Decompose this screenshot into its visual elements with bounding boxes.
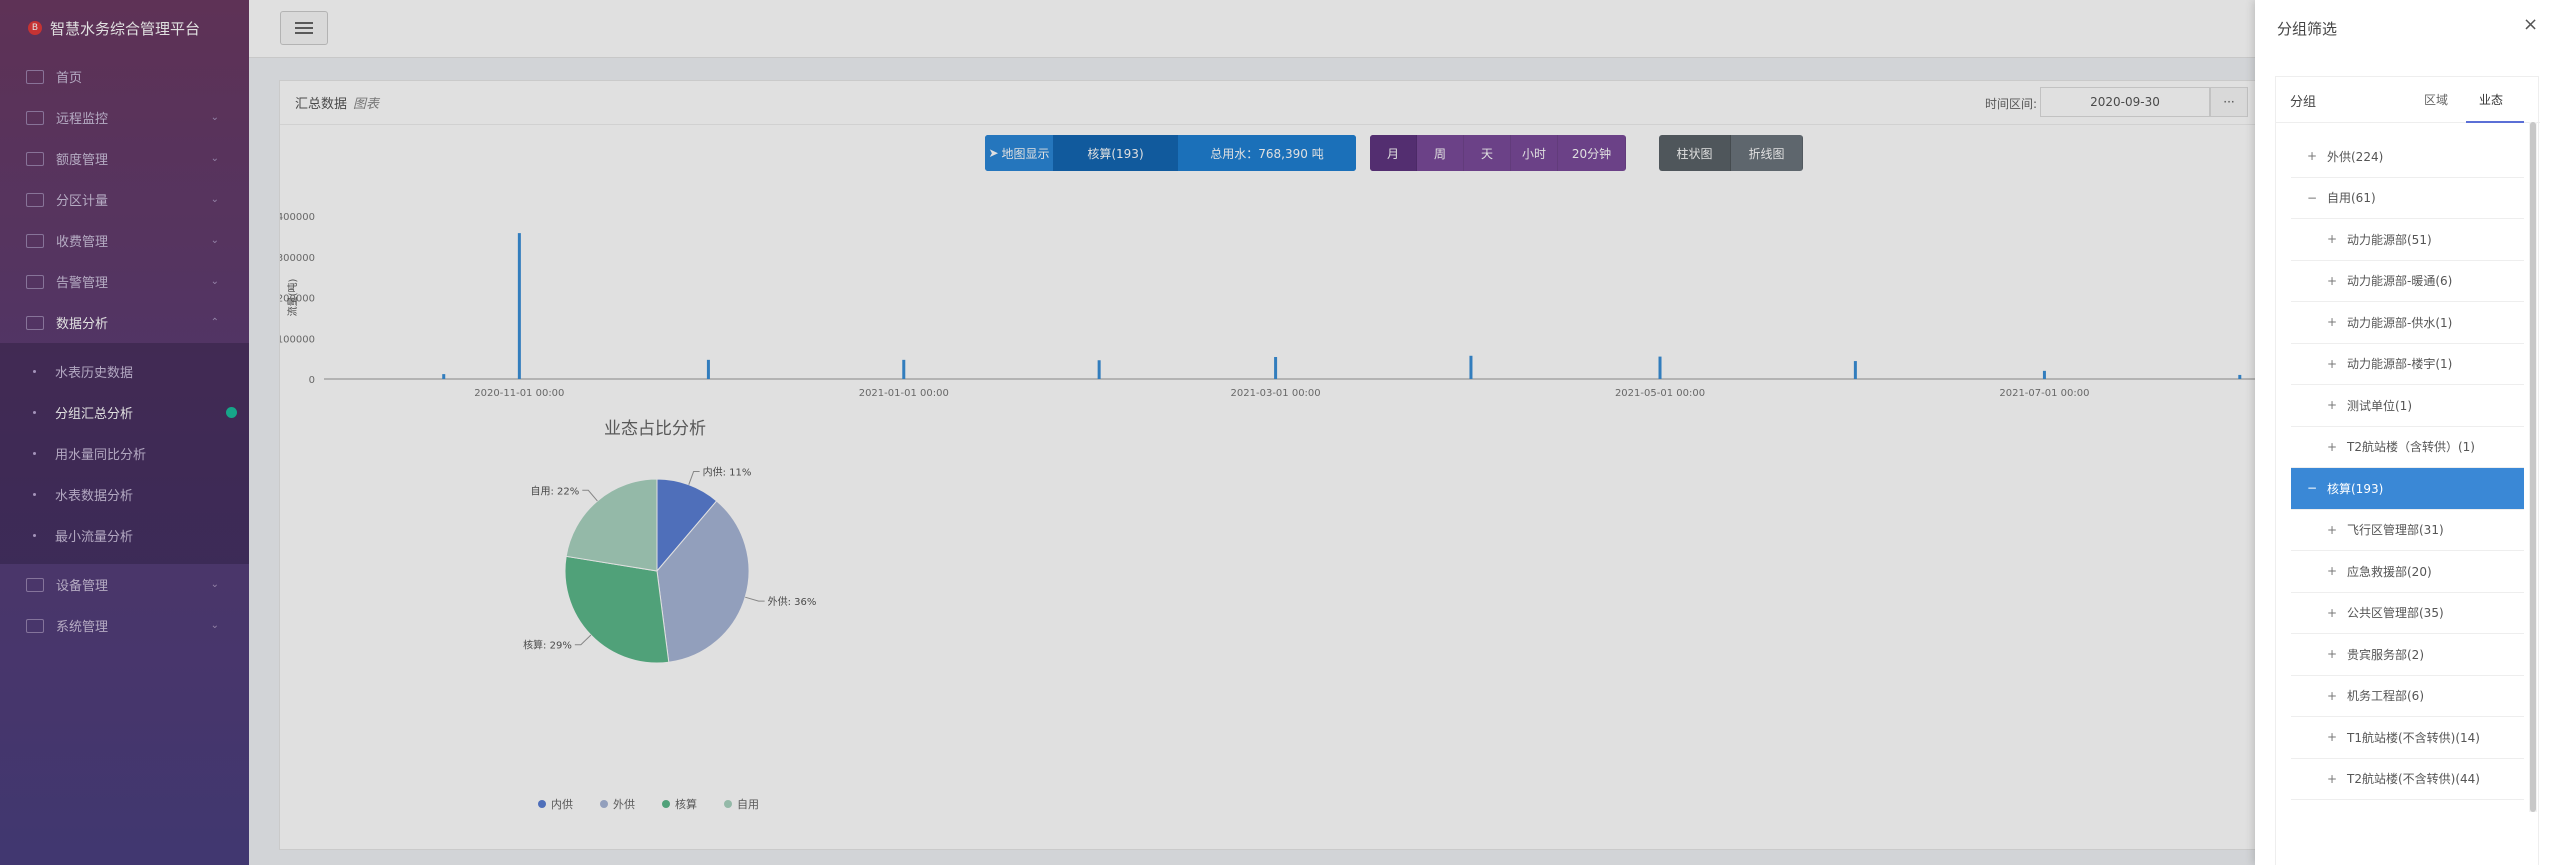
expand-icon[interactable]: + (2325, 689, 2339, 703)
expand-icon[interactable]: + (2325, 315, 2339, 329)
tree-node-label: 机务工程部(6) (2347, 689, 2424, 704)
tree-node[interactable]: + T2航站楼（含转供）(1) (2291, 427, 2524, 468)
tree-node[interactable]: + 动力能源部-暖通(6) (2291, 261, 2524, 302)
tree-node-label: 动力能源部-供水(1) (2347, 315, 2453, 330)
tree-node[interactable]: + T1航站楼(不含转供)(14) (2291, 717, 2524, 759)
expand-icon[interactable]: + (2325, 606, 2339, 620)
tree-node[interactable]: − 自用(61) (2291, 178, 2524, 219)
active-tab-indicator (2466, 121, 2524, 123)
tree-node-label: 应急救援部(20) (2347, 564, 2432, 579)
expand-icon[interactable]: + (2325, 274, 2339, 288)
tree-node-label: 测试单位(1) (2347, 398, 2412, 413)
tree-node[interactable]: − 核算(193) (2291, 468, 2524, 510)
tree-node[interactable]: + 外供(224) (2291, 136, 2524, 178)
group-tree: + 外供(224) − 自用(61) + 动力能源部(51) + 动力能源部-暖通(6) + 动力… (2291, 136, 2524, 865)
expand-icon[interactable]: + (2325, 564, 2339, 578)
collapse-icon[interactable]: − (2305, 191, 2319, 205)
scrollbar-thumb[interactable] (2530, 122, 2536, 812)
tree-node-label: 动力能源部-暖通(6) (2347, 274, 2453, 289)
expand-icon[interactable]: + (2325, 232, 2339, 246)
tree-node-label: 外供(224) (2327, 149, 2384, 164)
tree-node[interactable]: + 机务工程部(6) (2291, 676, 2524, 717)
tree-node-label: T2航站楼(不含转供)(44) (2347, 772, 2480, 787)
tab-business[interactable]: 业态 (2479, 91, 2503, 108)
tree-node[interactable]: + 飞行区管理部(31) (2291, 510, 2524, 551)
tree-node-label: 核算(193) (2327, 481, 2384, 496)
modal-overlay[interactable] (0, 0, 2255, 865)
expand-icon[interactable]: + (2325, 647, 2339, 661)
expand-icon[interactable]: + (2305, 149, 2319, 163)
tree-node-label: 动力能源部-楼宇(1) (2347, 357, 2453, 372)
tree-node[interactable]: + 动力能源部(51) (2291, 219, 2524, 261)
tree-node-label: T2航站楼（含转供）(1) (2347, 440, 2475, 455)
expand-icon[interactable]: + (2325, 440, 2339, 454)
expand-icon[interactable]: + (2325, 523, 2339, 537)
tree-node[interactable]: + T2航站楼(不含转供)(44) (2291, 759, 2524, 800)
tree-node-label: T1航站楼(不含转供)(14) (2347, 730, 2480, 745)
tab-area[interactable]: 区域 (2424, 91, 2448, 108)
panel-title: 分组筛选 (2277, 20, 2338, 38)
tree-node-label: 飞行区管理部(31) (2347, 523, 2444, 538)
group-label: 分组 (2290, 95, 2317, 110)
group-filter-panel: 分组筛选 × 分组 区域 业态 + 外供(224) − 自用(61) + 动力能源部(51… (2255, 0, 2555, 865)
tree-node[interactable]: + 动力能源部-楼宇(1) (2291, 344, 2524, 385)
panel-body: 分组 区域 业态 + 外供(224) − 自用(61) + 动力能源部(51) + 动力能源部… (2275, 76, 2540, 865)
tree-node[interactable]: + 应急救援部(20) (2291, 551, 2524, 593)
expand-icon[interactable]: + (2325, 398, 2339, 412)
tree-node-label: 贵宾服务部(2) (2347, 647, 2424, 662)
tree-node[interactable]: + 测试单位(1) (2291, 385, 2524, 427)
tree-node-label: 自用(61) (2327, 191, 2376, 206)
tree-node[interactable]: + 公共区管理部(35) (2291, 593, 2524, 634)
expand-icon[interactable]: + (2325, 357, 2339, 371)
expand-icon[interactable]: + (2325, 772, 2339, 786)
close-icon[interactable]: × (2523, 14, 2538, 35)
collapse-icon[interactable]: − (2305, 481, 2319, 495)
panel-tabs: 分组 区域 业态 (2276, 77, 2540, 123)
tree-node[interactable]: + 贵宾服务部(2) (2291, 634, 2524, 676)
tree-node-label: 公共区管理部(35) (2347, 606, 2444, 621)
tree-node[interactable]: + 动力能源部-供水(1) (2291, 302, 2524, 344)
expand-icon[interactable]: + (2325, 730, 2339, 744)
tree-node-label: 动力能源部(51) (2347, 232, 2432, 247)
